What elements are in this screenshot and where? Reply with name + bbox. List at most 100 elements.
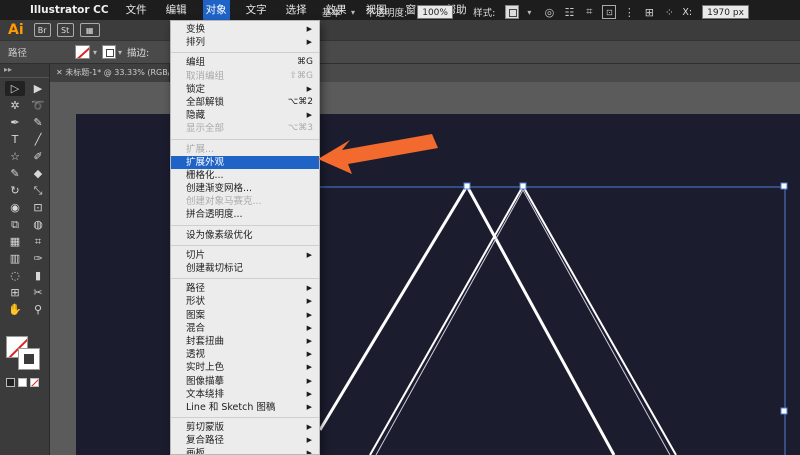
menu-item[interactable]: 创建渐变网格... [171,182,319,195]
menu-type[interactable]: 文字 [243,0,270,20]
menu-item-label: 文本绕排 [186,388,225,400]
selection-tool-icon[interactable]: ▷ [5,81,25,96]
menu-item[interactable]: 实时上色 ▶ [171,361,319,374]
chevron-right-icon[interactable]: › [459,8,462,17]
menu-item[interactable]: 封套扭曲 ▶ [171,335,319,348]
stroke-swatch[interactable] [102,45,117,59]
warp-tool-icon[interactable]: ◉ [5,200,25,215]
align-icon[interactable]: ☷ [562,5,576,19]
menu-file[interactable]: 文件 [123,0,150,20]
recolor-icon[interactable]: ◎ [542,5,556,19]
pen-tool-icon[interactable]: ✒ [5,115,25,130]
menu-item[interactable]: 形状 ▶ [171,295,319,308]
menu-item[interactable]: 复合路径 ▶ [171,434,319,447]
menu-item[interactable]: 扩展外观 [171,155,319,169]
paintbrush-tool-icon[interactable]: ✐ [28,149,48,164]
menu-item-label: 显示全部 [186,123,225,135]
menu-item[interactable]: 设为像素级优化 [171,229,319,242]
submenu-arrow-icon: ▶ [306,436,312,445]
panel-grip[interactable]: ▸▸ [0,64,49,78]
perspective-grid-tool-icon[interactable]: ▦ [5,234,25,249]
graph-tool-icon[interactable]: ▮ [28,268,48,283]
menu-item: 取消编组 ⇧⌘G [171,70,319,83]
transform-icon[interactable]: ⌗ [582,5,596,19]
zoom-tool-icon[interactable]: ⚲ [28,302,48,317]
curvature-tool-icon[interactable]: ✎ [28,115,48,130]
eraser-tool-icon[interactable]: ◆ [28,166,48,181]
menu-object[interactable]: 对象 [202,0,230,20]
distribute-icon[interactable]: ⊞ [642,5,656,19]
rotate-tool-icon[interactable]: ↻ [5,183,25,198]
mesh-tool-icon[interactable]: ⌗ [28,234,48,249]
stroke-color-swatch[interactable] [18,348,40,370]
workspace-layout-button[interactable]: ▦ [79,23,100,37]
eyedropper-tool-icon[interactable]: ✑ [28,251,48,266]
menu-item[interactable]: 切片 ▶ [171,249,319,262]
type-tool-icon[interactable]: T [5,132,25,147]
bridge-button[interactable]: Br [33,23,51,37]
brush-basic-label[interactable]: 基本 [322,5,341,19]
document-tab-title: 未标题-1* @ 33.33% (RGB/GPU [65,68,169,77]
close-icon[interactable]: ✕ [56,68,65,77]
direct-selection-tool-icon[interactable]: ▶ [28,81,48,96]
menu-item-label: 创建对象马赛克... [186,196,262,208]
menu-edit[interactable]: 编辑 [163,0,190,20]
menu-item[interactable]: 透视 ▶ [171,348,319,361]
fill-swatch[interactable] [75,45,91,59]
x-position-input[interactable]: 1970 px [702,5,749,19]
menu-item[interactable]: 变换 ▶ [171,23,319,36]
menu-item[interactable]: 文本绕排 ▶ [171,388,319,401]
slice-tool-icon[interactable]: ✂ [28,285,48,300]
menu-item[interactable]: 锁定 ▶ [171,83,319,96]
scale-tool-icon[interactable]: ⤡ [28,183,48,198]
blend-tool-icon[interactable]: ◌ [5,268,25,283]
menu-item[interactable]: 剪切蒙版 ▶ [171,421,319,434]
opacity-input[interactable]: 100% [417,5,453,19]
submenu-arrow-icon: ▶ [306,250,312,259]
free-transform-tool-icon[interactable]: ⊡ [28,200,48,215]
chevron-down-icon[interactable]: ▾ [93,48,97,57]
menu-item-label: 实时上色 [186,362,225,374]
menu-item[interactable]: 画板 ▶ [171,447,319,454]
arrange-icon[interactable]: ⋮ [622,5,636,19]
color-mode-button[interactable] [6,378,15,387]
menu-item[interactable]: Line 和 Sketch 图稿 ▶ [171,401,319,414]
isolate-icon[interactable]: ⊡ [602,5,617,19]
selection-type-label: 路径 [8,48,28,59]
live-paint-tool-icon[interactable]: ◍ [28,217,48,232]
menu-item[interactable]: 路径 ▶ [171,282,319,295]
menu-item[interactable]: 混合 ▶ [171,322,319,335]
menu-select[interactable]: 选择 [283,0,310,20]
rectangle-tool-icon[interactable]: ☆ [5,149,25,164]
fill-stroke-widget[interactable] [6,336,42,372]
magic-wand-tool-icon[interactable]: ✲ [5,98,25,113]
artboard-tool-icon[interactable]: ⊞ [5,285,25,300]
menu-item[interactable]: 栅格化... [171,169,319,182]
chevron-down-icon[interactable]: ▾ [527,8,531,17]
menu-item[interactable]: 排列 ▶ [171,36,319,49]
chevron-down-icon[interactable]: ▾ [118,48,122,57]
hand-tool-icon[interactable]: ✋ [5,302,25,317]
chevron-down-icon[interactable]: ▾ [351,8,355,17]
reference-point-icon[interactable]: ⁘ [662,5,676,19]
menu-item[interactable]: 图像描摹 ▶ [171,375,319,388]
menu-item[interactable]: 图案 ▶ [171,309,319,322]
menu-item[interactable]: 编组 ⌘G [171,56,319,69]
shape-builder-tool-icon[interactable]: ⧉ [5,217,25,232]
line-tool-icon[interactable]: ╱ [28,132,48,147]
document-tab[interactable]: ✕ 未标题-1* @ 33.33% (RGB/GPU [50,64,170,82]
menu-item[interactable]: 拼合透明度... [171,208,319,221]
menu-item[interactable]: 全部解锁 ⌥⌘2 [171,96,319,109]
menu-item[interactable]: 隐藏 ▶ [171,109,319,122]
none-mode-button[interactable] [30,378,39,387]
gradient-tool-icon[interactable]: ▥ [5,251,25,266]
lasso-tool-icon[interactable]: ➰ [28,98,48,113]
opacity-label: 不透明度: [366,8,408,19]
gradient-mode-button[interactable] [18,378,27,387]
app-name-menu[interactable]: Illustrator CC [30,4,109,16]
stock-button[interactable]: St [56,23,74,37]
shaper-tool-icon[interactable]: ✎ [5,166,25,181]
menu-item[interactable]: 创建裁切标记 [171,262,319,275]
style-swatch[interactable] [505,5,520,19]
menu-item: 显示全部 ⌥⌘3 [171,122,319,135]
